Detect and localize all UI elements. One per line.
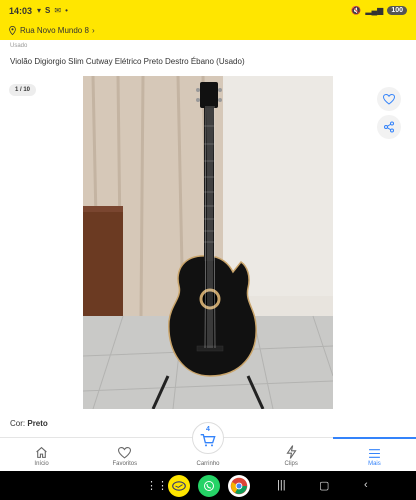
dot-icon: • <box>65 6 68 15</box>
product-condition: Usado <box>10 43 28 49</box>
cart-button[interactable]: 4 <box>192 422 224 454</box>
product-photo[interactable] <box>83 76 333 409</box>
color-attribute: Cor: Preto <box>10 419 48 428</box>
location-pin-icon <box>9 26 16 35</box>
nav-label-carrinho: Carrinho <box>196 461 220 467</box>
phone-bubble-icon <box>204 481 214 491</box>
chrome-app-icon[interactable] <box>228 475 250 497</box>
location-address: Rua Novo Mundo 8 <box>20 26 89 35</box>
favorite-button[interactable] <box>377 87 401 111</box>
share-button[interactable] <box>377 115 401 139</box>
nav-item-carrinho[interactable]: 4 Carrinho <box>166 422 249 471</box>
signal-icon: ▂▄▆ <box>365 6 384 15</box>
nav-label-clips: Clips <box>284 461 298 467</box>
nav-item-mais[interactable]: Mais <box>332 437 416 471</box>
mercadolivre-app-icon[interactable] <box>168 475 190 497</box>
nav-item-inicio[interactable]: Início <box>0 438 83 471</box>
battery-icon: 100 <box>387 6 407 15</box>
nav-label-inicio: Início <box>34 461 49 467</box>
menu-icon <box>368 449 380 458</box>
home-circle-icon[interactable]: ▢ <box>319 479 329 492</box>
color-value: Preto <box>27 419 48 428</box>
bottom-nav: Início Favoritos 4 Carrinho Clips Mais <box>0 422 416 471</box>
android-nav-bar: ⋮⋮ ||| ▢ ‹ <box>0 471 416 500</box>
chevron-right-icon: › <box>91 26 95 35</box>
location-bar[interactable]: Rua Novo Mundo 8 › <box>0 21 416 40</box>
product-title: Violão Digiorgio Slim Cutway Elétrico Pr… <box>10 57 245 66</box>
app-drawer-icon[interactable]: ⋮⋮ <box>146 479 168 492</box>
home-icon <box>36 446 47 458</box>
nav-item-favoritos[interactable]: Favoritos <box>83 438 166 471</box>
status-time: 14:03 <box>9 5 33 16</box>
whatsapp-app-icon[interactable] <box>198 475 220 497</box>
app-s-icon: S <box>45 6 51 15</box>
heart-icon <box>383 93 395 105</box>
nav-label-favoritos: Favoritos <box>112 461 138 467</box>
clips-icon <box>286 445 297 459</box>
nav-label-mais: Mais <box>368 461 381 467</box>
recents-icon[interactable]: ||| <box>277 479 286 491</box>
color-label: Cor: <box>10 419 26 428</box>
chrome-icon <box>230 477 248 495</box>
guitar-photo-illustration <box>83 76 333 409</box>
image-gallery[interactable]: 1 / 10 <box>0 72 416 417</box>
share-icon <box>384 121 394 133</box>
cart-count-badge: 4 <box>206 426 210 433</box>
handshake-icon <box>172 481 186 491</box>
message-icon: ✉ <box>54 6 62 15</box>
status-bar: 14:03 ▾ S ✉ • 🔇 ▂▄▆ 100 <box>0 0 416 21</box>
heart-icon <box>118 447 132 459</box>
app-dock <box>168 475 250 497</box>
back-icon[interactable]: ‹ <box>364 479 368 491</box>
nav-item-clips[interactable]: Clips <box>250 438 333 471</box>
notification-icon: ▾ <box>37 6 42 15</box>
image-counter: 1 / 10 <box>9 84 37 96</box>
cart-icon <box>200 434 216 447</box>
mute-icon: 🔇 <box>351 6 362 15</box>
